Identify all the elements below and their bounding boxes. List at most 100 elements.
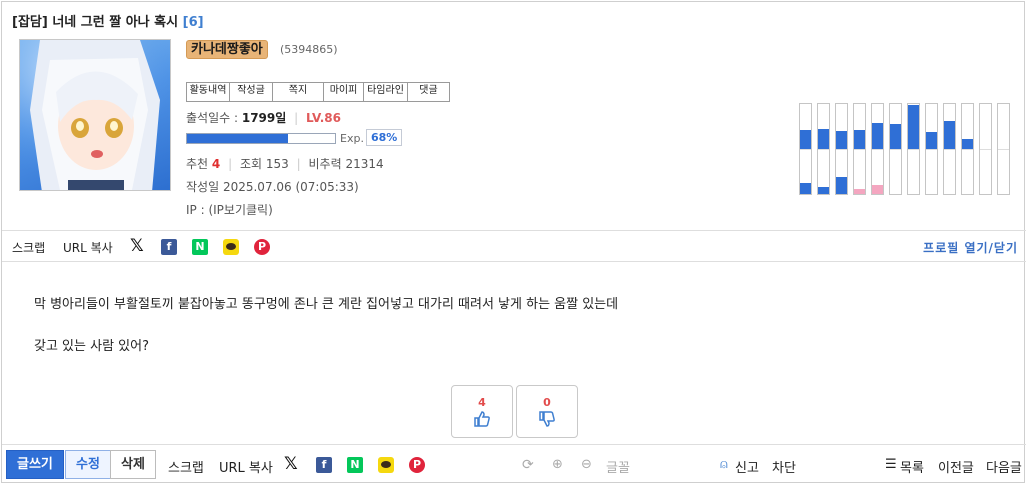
activity-bar-up [818,129,829,149]
comment-count[interactable]: [6] [183,15,204,30]
write-button[interactable]: 글쓰기 [6,450,64,479]
ip-line[interactable]: IP : (IP보기클릭) [186,201,273,218]
activity-column [943,103,956,195]
author-uid: (5394865) [280,43,338,56]
avatar-image [20,40,170,190]
tab-timeline[interactable]: 타임라인 [364,83,408,101]
activity-bar-down [854,189,865,194]
activity-bar-up [926,132,937,149]
tab-posts[interactable]: 작성글 [230,83,273,101]
post-title-text: 너네 그런 짤 아나 혹시 [52,15,179,30]
zoom-out-icon[interactable]: ⊖ [581,457,592,472]
tab-message[interactable]: 쪽지 [273,83,324,101]
exp-percent: 68% [366,129,403,146]
activity-bar-down [800,183,811,194]
activity-bar-up [836,131,847,149]
activity-bar-up [854,130,865,149]
downvote-button[interactable]: 0 [516,385,578,438]
attendance-value: 1799일 [241,111,287,125]
font-button[interactable]: 글꼴 [606,457,630,476]
edit-button[interactable]: 수정 [65,450,111,479]
author-tabs: 활동내역 작성글 쪽지 마이피 타임라인 댓글 [186,82,450,102]
bottom-url-copy-link[interactable]: URL 복사 [219,457,273,476]
activity-column [853,103,866,195]
content-line-2: 갖고 있는 사람 있어? [34,339,149,354]
scrap-link[interactable]: 스크랩 [12,239,45,256]
exp-progress-fill [187,134,288,143]
attendance-label: 출석일수 : [186,111,239,125]
pinterest-icon[interactable]: P [254,239,270,255]
exp-progress-bar [186,133,336,144]
report-icon: ⍝ [720,457,728,472]
next-post-button[interactable]: 다음글 [986,457,1022,476]
refresh-icon[interactable]: ⟳ [522,457,534,473]
post-title: [잡담] 너네 그런 짤 아나 혹시 [6] [12,11,204,30]
bottom-x-icon[interactable]: 𝕏 [284,456,298,473]
tab-mypi[interactable]: 마이피 [324,83,364,101]
activity-column [817,103,830,195]
tab-comments[interactable]: 댓글 [408,83,449,101]
zoom-in-icon[interactable]: ⊕ [552,457,563,472]
kakaotalk-icon[interactable] [223,239,239,255]
activity-column [997,103,1010,195]
activity-bar-up [944,121,955,149]
level-badge: LV.86 [306,111,342,125]
nonrec-label: 비추력 [308,157,342,171]
activity-bar-down [818,187,829,194]
upvote-count: 4 [478,396,486,409]
naver-icon[interactable]: N [192,239,208,255]
activity-column [961,103,974,195]
downvote-count: 0 [543,396,551,409]
upvote-button[interactable]: 4 [451,385,513,438]
thumbs-up-icon [452,410,512,433]
activity-bar-up [872,123,883,149]
views-value: 153 [265,157,289,171]
bottom-facebook-icon[interactable]: f [316,457,332,473]
avatar[interactable] [19,39,171,191]
activity-column [925,103,938,195]
date-line: 작성일 2025.07.06 (07:05:33) [186,178,359,195]
recommend-label: 추천 [186,157,209,171]
date-label: 작성일 [186,180,220,194]
activity-bar-up [800,130,811,149]
facebook-icon[interactable]: f [161,239,177,255]
list-button[interactable]: 목록 [900,457,924,476]
post-frame: [잡담] 너네 그런 짤 아나 혹시 [6] 카나데짱좋아 (5394865) … [1,1,1026,484]
activity-column [799,103,812,195]
bottom-toolbar: 글쓰기 수정 삭제 스크랩 URL 복사 𝕏 f N P ⟳ ⊕ ⊖ 글꼴 ⍝ … [2,444,1026,484]
x-icon[interactable]: 𝕏 [130,238,144,255]
list-icon: ☰ [885,457,897,472]
activity-column [871,103,884,195]
author-nickname[interactable]: 카나데짱좋아 [186,40,268,59]
activity-column [889,103,902,195]
activity-column [835,103,848,195]
views-label: 조회 [239,157,263,171]
bottom-scrap-link[interactable]: 스크랩 [168,457,204,476]
activity-column [979,103,992,195]
date-value: 2025.07.06 (07:05:33) [222,180,359,194]
nonrec-value: 21314 [345,157,384,171]
content-line-1: 막 병아리들이 부활절토끼 붙잡아놓고 똥구멍에 존나 큰 계란 집어넣고 대가… [34,297,619,312]
bottom-naver-icon[interactable]: N [347,457,363,473]
exp-label: Exp. [340,132,364,145]
attendance-line: 출석일수 : 1799일 | LV.86 [186,111,342,125]
share-row: 스크랩 URL 복사 𝕏 f N P 프로필 열기/닫기 [2,230,1026,262]
bottom-pinterest-icon[interactable]: P [409,457,425,473]
block-button[interactable]: 차단 [772,457,796,476]
thumbs-down-icon [517,410,577,433]
url-copy-link[interactable]: URL 복사 [63,239,113,256]
prev-post-button[interactable]: 이전글 [938,457,974,476]
report-button[interactable]: 신고 [735,457,759,476]
activity-bar-up [962,139,973,149]
bottom-kakaotalk-icon[interactable] [378,457,394,473]
tab-activity[interactable]: 활동내역 [187,83,230,101]
activity-bar-up [890,124,901,149]
activity-column [907,103,920,195]
delete-button[interactable]: 삭제 [110,450,156,479]
stats-line: 추천 4 | 조회 153 | 비추력 21314 [186,157,384,171]
activity-bar-up [908,105,919,149]
profile-toggle-link[interactable]: 프로필 열기/닫기 [923,239,1018,256]
activity-bar-down [836,177,847,194]
activity-graph [799,103,1010,195]
post-category: [잡담] [12,15,48,30]
